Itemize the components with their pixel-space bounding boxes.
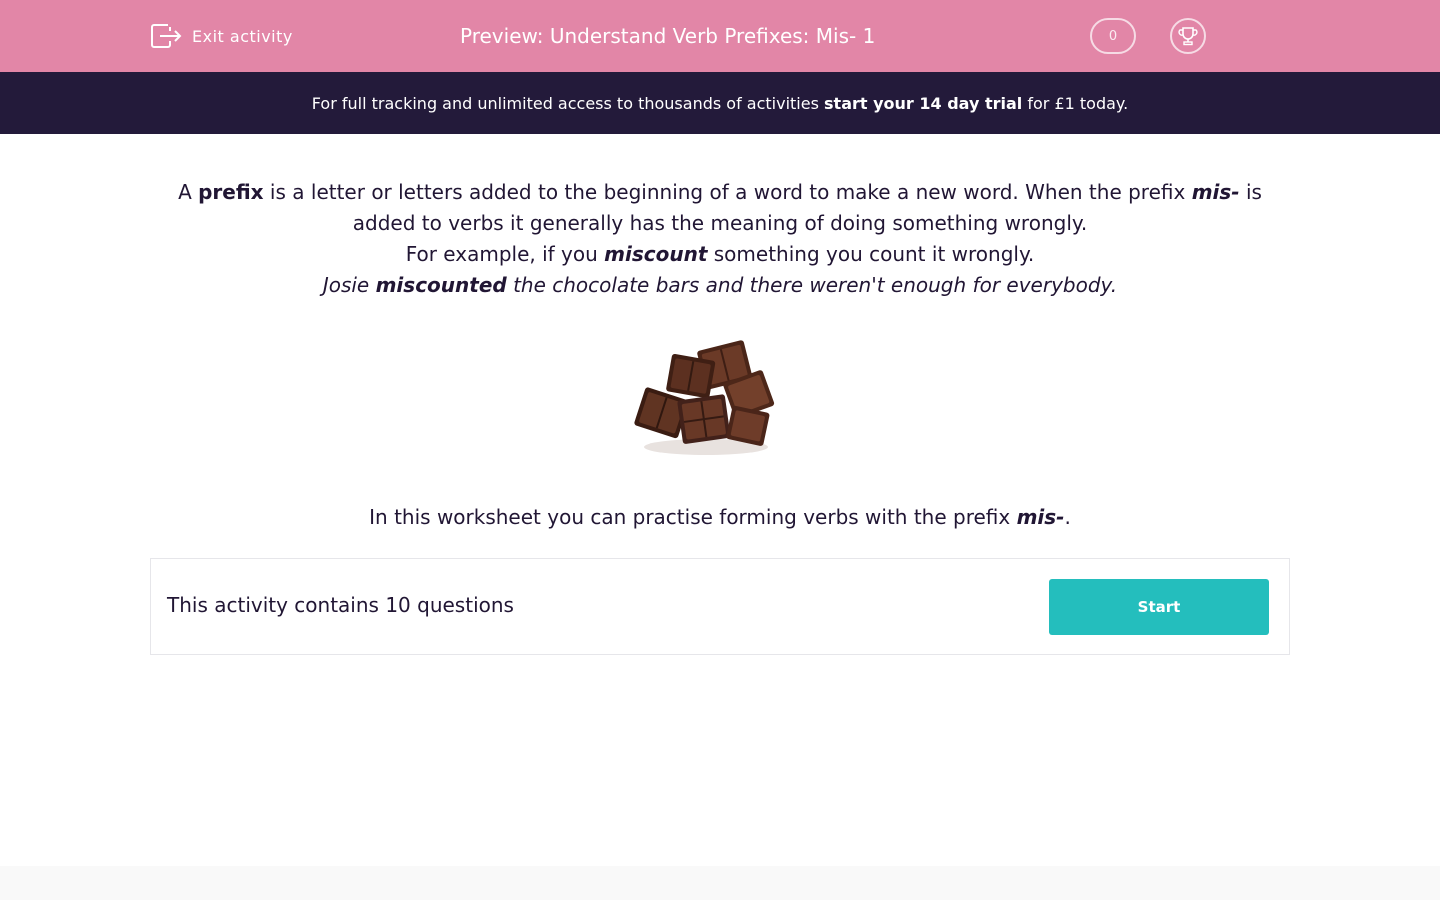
top-bar: Exit activity Preview: Understand Verb P…: [0, 0, 1440, 72]
footer: [0, 866, 1440, 900]
practise-prefix: mis-: [1016, 505, 1065, 529]
intro-text-part: something you count it wrongly.: [707, 242, 1035, 266]
activity-card: This activity contains 10 questions Star…: [150, 558, 1290, 655]
intro-text-part: is a letter or letters added to the begi…: [263, 180, 1192, 204]
mis-prefix: mis-: [1191, 180, 1240, 204]
sentence-part: Josie: [322, 273, 376, 297]
prefix-term: prefix: [198, 180, 264, 204]
practise-text: In this worksheet you can practise formi…: [150, 502, 1290, 533]
example-sentence-word: miscounted: [375, 273, 507, 297]
practise-text-part: In this worksheet you can practise formi…: [369, 505, 1017, 529]
intro-text: A prefix is a letter or letters added to…: [150, 177, 1290, 301]
intro-text-part: A: [178, 180, 199, 204]
chocolate-image: [630, 335, 780, 465]
trial-banner: For full tracking and unlimited access t…: [0, 72, 1440, 134]
question-count: This activity contains 10 questions: [167, 593, 514, 617]
intro-example: For example, if you miscount something y…: [150, 239, 1290, 270]
exit-icon: [150, 22, 182, 50]
start-trial-link[interactable]: start your 14 day trial: [824, 94, 1022, 113]
score-counter: 0: [1090, 18, 1136, 54]
example-word: miscount: [604, 242, 708, 266]
sentence-part: the chocolate bars and there weren't eno…: [506, 273, 1118, 297]
practise-text-end: .: [1064, 505, 1071, 529]
intro-definition: A prefix is a letter or letters added to…: [150, 177, 1290, 239]
page-title: Preview: Understand Verb Prefixes: Mis- …: [460, 24, 876, 48]
intro-example-sentence: Josie miscounted the chocolate bars and …: [150, 270, 1290, 301]
trophy-icon: [1178, 27, 1198, 46]
trophy-button[interactable]: [1170, 18, 1206, 54]
banner-text: For full tracking and unlimited access t…: [311, 93, 825, 113]
exit-activity-button[interactable]: Exit activity: [150, 22, 293, 50]
banner-text-end: for £1 today.: [1022, 93, 1129, 113]
intro-text-part: For example, if you: [405, 242, 605, 266]
exit-activity-label: Exit activity: [192, 26, 293, 46]
start-button[interactable]: Start: [1049, 579, 1269, 635]
